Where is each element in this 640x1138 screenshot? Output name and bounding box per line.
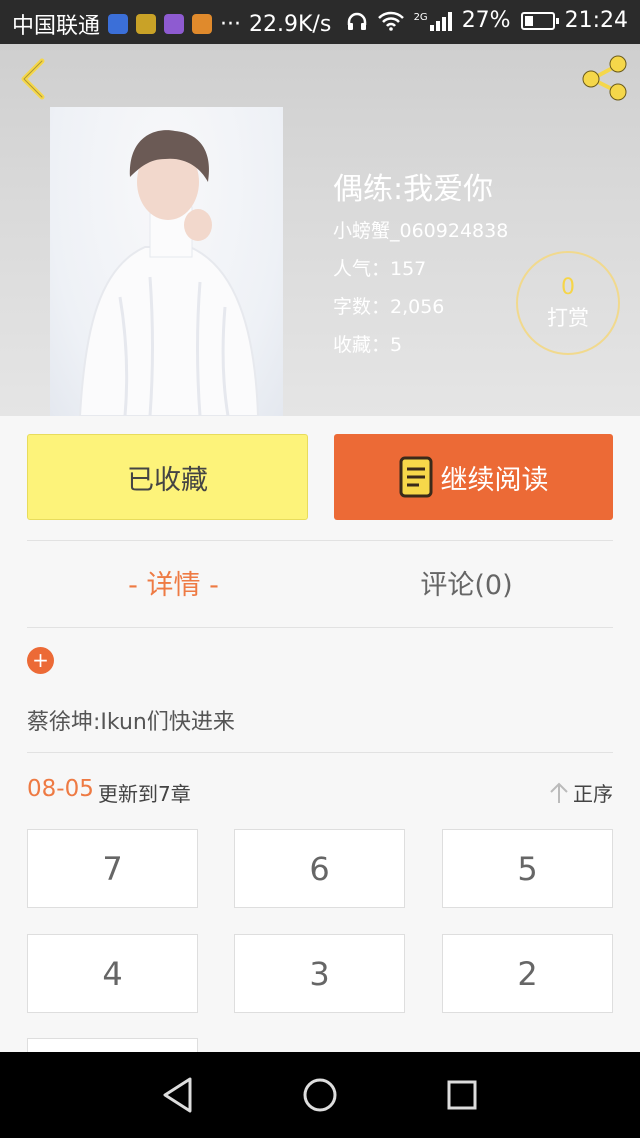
nav-back-icon[interactable]: [160, 1076, 196, 1114]
chapter-cell[interactable]: 6: [234, 829, 405, 908]
clock: 21:24: [564, 8, 628, 33]
status-bar: 中国联通 ··· 22.9K/s 2G 27% 21:24: [0, 0, 640, 44]
nav-home-icon[interactable]: [302, 1077, 338, 1113]
tab-detail[interactable]: - 详情 -: [27, 563, 320, 607]
sort-label: 正序: [573, 782, 613, 806]
continue-reading-label: 继续阅读: [440, 464, 549, 496]
book-author[interactable]: 小螃蟹_060924838: [333, 216, 508, 243]
chapter-cell[interactable]: 2: [442, 934, 613, 1013]
chapter-cell[interactable]: 5: [442, 829, 613, 908]
book-icon: [399, 456, 432, 498]
message-icon: [136, 14, 157, 34]
battery-percent: 27%: [461, 8, 511, 33]
wifi-icon: [377, 11, 404, 31]
book-word-count: 字数：2,056: [333, 296, 445, 318]
headphone-icon: [347, 12, 366, 30]
cover-portrait: [78, 130, 260, 416]
favorited-label: 已收藏: [127, 464, 208, 496]
book-popularity: 人气：157: [333, 258, 427, 280]
signal-icon: [429, 11, 452, 31]
battery-icon: [520, 11, 559, 30]
more-notifications-icon: ···: [220, 11, 241, 37]
chapter-cell[interactable]: 3: [234, 934, 405, 1013]
book-header: 偶练:我爱你 小螃蟹_060924838 人气：157 字数：2,056 收藏：…: [0, 44, 640, 416]
divider: [27, 540, 613, 541]
chapter-cell[interactable]: 7: [27, 829, 198, 908]
back-icon[interactable]: [17, 58, 49, 100]
reward-count: 0: [561, 275, 575, 300]
tab-comments[interactable]: 评论(0): [320, 563, 613, 607]
chapter-cell-partial[interactable]: [27, 1038, 198, 1052]
book-favorites: 收藏：5: [333, 334, 403, 356]
arrow-up-icon: [550, 782, 568, 803]
update-date: 08-05: [27, 776, 94, 802]
share-icon[interactable]: [580, 54, 630, 102]
shield-icon: [108, 14, 129, 34]
system-nav-bar: [0, 1052, 640, 1138]
chapter-cell[interactable]: 4: [27, 934, 198, 1013]
book-description: 蔡徐坤:Ikun们快进来: [27, 710, 235, 735]
favorited-button[interactable]: 已收藏: [27, 434, 308, 520]
expand-intro-button[interactable]: +: [27, 647, 54, 674]
carrier-name: 中国联通: [12, 14, 101, 39]
book-cover[interactable]: [50, 107, 283, 416]
divider: [27, 752, 613, 753]
app-notification-icon: [192, 14, 213, 34]
gallery-icon: [164, 14, 185, 34]
sort-toggle[interactable]: 正序: [549, 778, 613, 807]
book-title: 偶练:我爱你: [333, 172, 494, 207]
continue-reading-button[interactable]: 继续阅读: [334, 434, 613, 520]
reward-label: 打赏: [547, 306, 589, 330]
reward-button[interactable]: 0 打赏: [516, 251, 620, 355]
network-type: 2G: [413, 11, 428, 23]
nav-recents-icon[interactable]: [446, 1079, 478, 1111]
update-status: 更新到7章: [98, 782, 191, 806]
divider: [27, 627, 613, 628]
network-speed: 22.9K/s: [249, 11, 332, 37]
